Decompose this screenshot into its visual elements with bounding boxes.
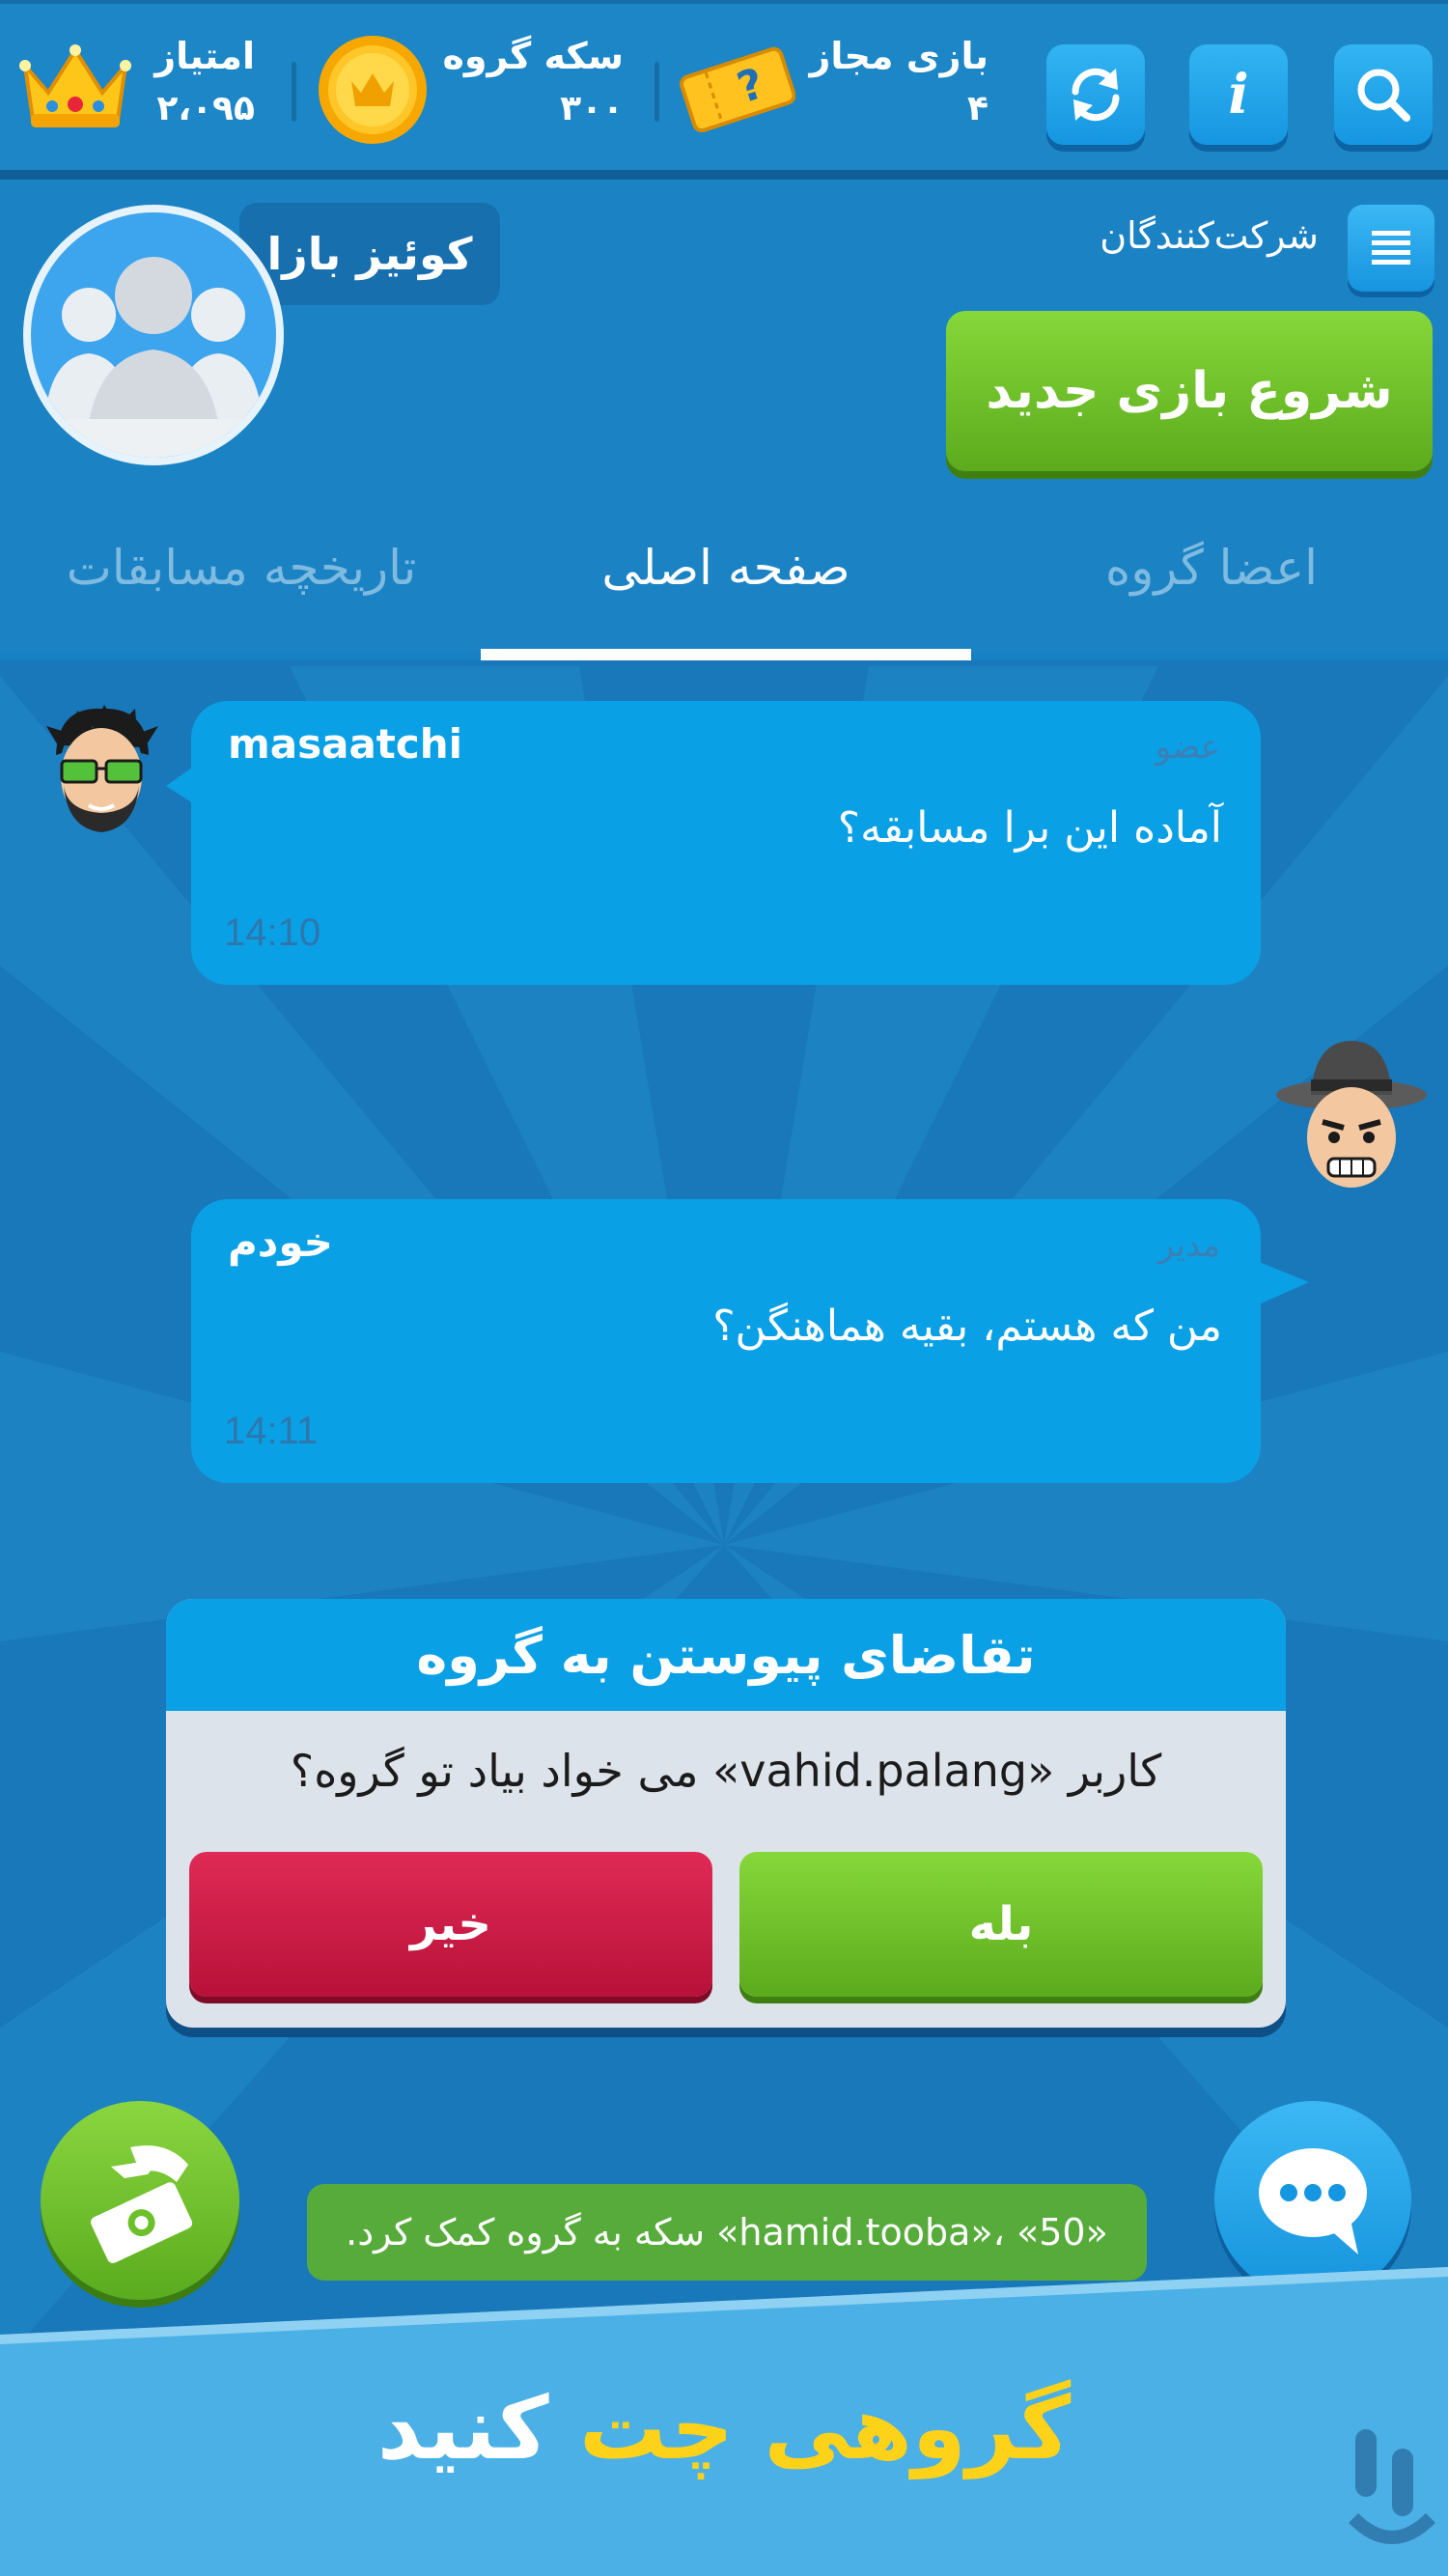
- user-avatar[interactable]: [29, 697, 174, 842]
- participants-button[interactable]: [1348, 205, 1434, 292]
- donation-notice: «hamid.tooba»، «50» سکه به گروه کمک کرد.: [307, 2184, 1147, 2281]
- message-bubble: masaatchi عضو آماده این برا مسابقه؟ 14:1…: [191, 701, 1261, 985]
- chat-icon: [1259, 2148, 1367, 2254]
- tab-main-page[interactable]: صفحه اصلی: [481, 529, 971, 606]
- group-people-icon: [31, 257, 276, 458]
- info-icon: i: [1228, 63, 1249, 126]
- refresh-icon: [1072, 68, 1120, 122]
- message-role: مدیر: [1157, 1226, 1220, 1265]
- promo-space: [549, 2378, 579, 2479]
- ticket-icon: ?: [680, 46, 795, 133]
- message-time: 14:10: [224, 911, 321, 954]
- group-coins-stat: سکه گروه ۳۰۰: [315, 29, 624, 145]
- join-request-title: تقاضای پیوستن به گروه: [166, 1599, 1286, 1711]
- message-text: من که هستم، بقیه هماهنگن؟: [712, 1302, 1222, 1351]
- participants-label[interactable]: شرکت‌کنندگان: [1023, 214, 1319, 272]
- promo-rest: کنید: [376, 2377, 549, 2479]
- chat-message: masaatchi عضو آماده این برا مسابقه؟ 14:1…: [0, 695, 1448, 994]
- bubble-tail: [1257, 1261, 1309, 1305]
- score-value: ۲،۰۹۵: [156, 89, 255, 128]
- message-role: عضو: [1155, 728, 1220, 767]
- message-text: آماده این برا مسابقه؟: [837, 803, 1222, 853]
- group-name: کوئیز بازا: [239, 203, 500, 305]
- score-label: امتیاز: [154, 35, 255, 77]
- allowed-games-label: بازی مجاز: [809, 35, 989, 77]
- divider: [292, 62, 296, 122]
- accept-button[interactable]: بله: [739, 1852, 1263, 1997]
- list-icon: [1372, 231, 1410, 265]
- message-bubble: خودم مدیر من که هستم، بقیه هماهنگن؟ 14:1…: [191, 1199, 1261, 1483]
- allowed-games-stat: ? بازی مجاز ۴: [680, 29, 989, 145]
- search-button[interactable]: [1334, 44, 1433, 145]
- info-button[interactable]: i: [1189, 44, 1288, 145]
- tab-match-history[interactable]: تاریخچه مسابقات: [19, 529, 463, 606]
- divider: [654, 62, 659, 122]
- join-request-text: کاربر «vahid.palang» می خواد بیاد تو گرو…: [290, 1745, 1162, 1797]
- own-avatar[interactable]: [1272, 1031, 1431, 1195]
- group-coins-value: ۳۰۰: [560, 89, 624, 128]
- chat-message: خودم مدیر من که هستم، بقیه هماهنگن؟ 14:1…: [0, 1023, 1448, 1487]
- message-sender: masaatchi: [228, 720, 463, 768]
- store-logo: [1349, 2429, 1435, 2544]
- reject-button[interactable]: خیر: [189, 1852, 712, 1997]
- cash-hand-icon: [91, 2145, 193, 2263]
- promo-text: گروهی چت کنید: [0, 2366, 1448, 2491]
- start-new-game-button[interactable]: شروع بازی جدید: [946, 311, 1433, 471]
- crown-icon: [19, 44, 131, 127]
- join-request-card: تقاضای پیوستن به گروه کاربر «vahid.palan…: [166, 1599, 1286, 2028]
- group-avatar[interactable]: [23, 205, 284, 465]
- refresh-button[interactable]: [1046, 44, 1145, 145]
- coin-icon: [319, 36, 427, 144]
- group-coins-label: سکه گروه: [442, 35, 624, 77]
- promo-highlight: گروهی چت: [578, 2377, 1072, 2479]
- tab-group-members[interactable]: اعضا گروه: [1004, 529, 1419, 606]
- active-tab-indicator: [481, 649, 971, 660]
- score-stat: امتیاز ۲،۰۹۵: [14, 29, 255, 145]
- search-icon: [1357, 69, 1410, 122]
- message-time: 14:11: [224, 1410, 319, 1452]
- allowed-games-value: ۴: [967, 89, 989, 128]
- message-sender: خودم: [228, 1218, 333, 1266]
